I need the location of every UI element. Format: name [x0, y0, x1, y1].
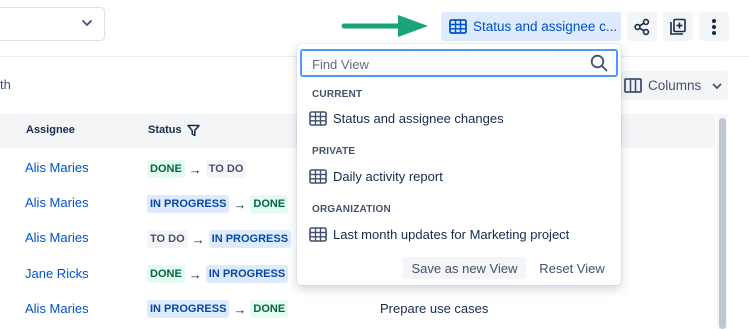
add-bookmark-icon [670, 18, 686, 35]
assignee-link[interactable]: Alis Maries [25, 230, 89, 245]
assignee-link[interactable]: Jane Ricks [25, 266, 89, 281]
more-vertical-icon [712, 18, 716, 35]
share-icon [634, 18, 650, 35]
view-item[interactable]: Daily activity report [309, 169, 443, 184]
save-as-new-view-button[interactable]: Save as new View [403, 257, 526, 279]
add-bookmark-button[interactable] [663, 12, 693, 41]
section-title-current: CURRENT [312, 89, 363, 100]
section-title-private: PRIVATE [312, 146, 356, 157]
assignee-link[interactable]: Alis Maries [25, 195, 89, 210]
find-view-input[interactable] [312, 55, 582, 73]
column-header-status[interactable]: Status [148, 124, 182, 136]
view-item[interactable]: Last month updates for Marketing project [309, 227, 569, 242]
more-options-button[interactable] [699, 12, 729, 41]
status-lozenge: TO DO [147, 230, 188, 248]
filter-icon[interactable] [187, 124, 200, 137]
table-row: Alis Maries IN PROGRESS → DONE Prepare u… [0, 290, 716, 325]
table-icon [449, 19, 467, 34]
view-item-label: Daily activity report [333, 169, 443, 184]
view-selector-label: Status and assignee c... [473, 19, 618, 34]
status-lozenge: DONE [250, 300, 289, 318]
share-button[interactable] [627, 12, 657, 41]
status-transition: IN PROGRESS → DONE [147, 300, 289, 318]
status-lozenge: DONE [250, 195, 289, 213]
annotation-arrow [341, 15, 428, 37]
scrollbar-thumb[interactable] [719, 118, 726, 329]
assignee-link[interactable]: Alis Maries [25, 160, 89, 175]
arrow-right-icon: → [191, 231, 205, 247]
columns-icon [624, 78, 642, 93]
arrow-right-icon: → [233, 196, 247, 212]
view-item-label: Last month updates for Marketing project [333, 227, 570, 242]
column-header-assignee[interactable]: Assignee [26, 124, 75, 136]
find-view-field[interactable] [300, 49, 618, 77]
status-lozenge: IN PROGRESS [147, 300, 230, 318]
assignee-link[interactable]: Alis Maries [25, 301, 89, 316]
status-transition: DONE → IN PROGRESS [147, 265, 289, 283]
status-lozenge: DONE [147, 265, 185, 283]
status-lozenge: TO DO [205, 160, 247, 178]
chevron-down-icon [82, 20, 92, 26]
table-icon [309, 169, 327, 184]
columns-label: Columns [648, 78, 702, 93]
summary-text: Prepare use cases [380, 301, 489, 316]
section-title-organization: ORGANIZATION [312, 204, 391, 215]
search-icon [590, 54, 608, 72]
view-dropdown: CURRENT Status and assignee changes PRIV… [297, 44, 621, 285]
table-icon [309, 111, 327, 126]
columns-button[interactable]: Columns [618, 71, 728, 100]
status-lozenge: DONE [147, 160, 185, 178]
view-selector-button[interactable]: Status and assignee c... [441, 12, 621, 41]
reset-view-button[interactable]: Reset View [533, 257, 611, 279]
view-select[interactable] [0, 7, 105, 41]
filter-label-fragment: th [0, 77, 11, 92]
status-transition: IN PROGRESS → DONE [147, 195, 289, 213]
arrow-right-icon: → [233, 301, 247, 317]
scrollbar[interactable] [717, 114, 727, 329]
status-transition: DONE → TO DO [147, 160, 247, 178]
arrow-right-icon: → [188, 266, 202, 282]
status-lozenge: IN PROGRESS [147, 195, 230, 213]
table-icon [309, 227, 327, 242]
chevron-down-icon [712, 83, 722, 89]
view-item[interactable]: Status and assignee changes [309, 111, 504, 126]
status-transition: TO DO → IN PROGRESS [147, 230, 292, 248]
status-lozenge: IN PROGRESS [208, 230, 292, 248]
arrow-right-icon: → [188, 161, 202, 177]
view-item-label: Status and assignee changes [333, 111, 504, 126]
status-lozenge: IN PROGRESS [205, 265, 289, 283]
